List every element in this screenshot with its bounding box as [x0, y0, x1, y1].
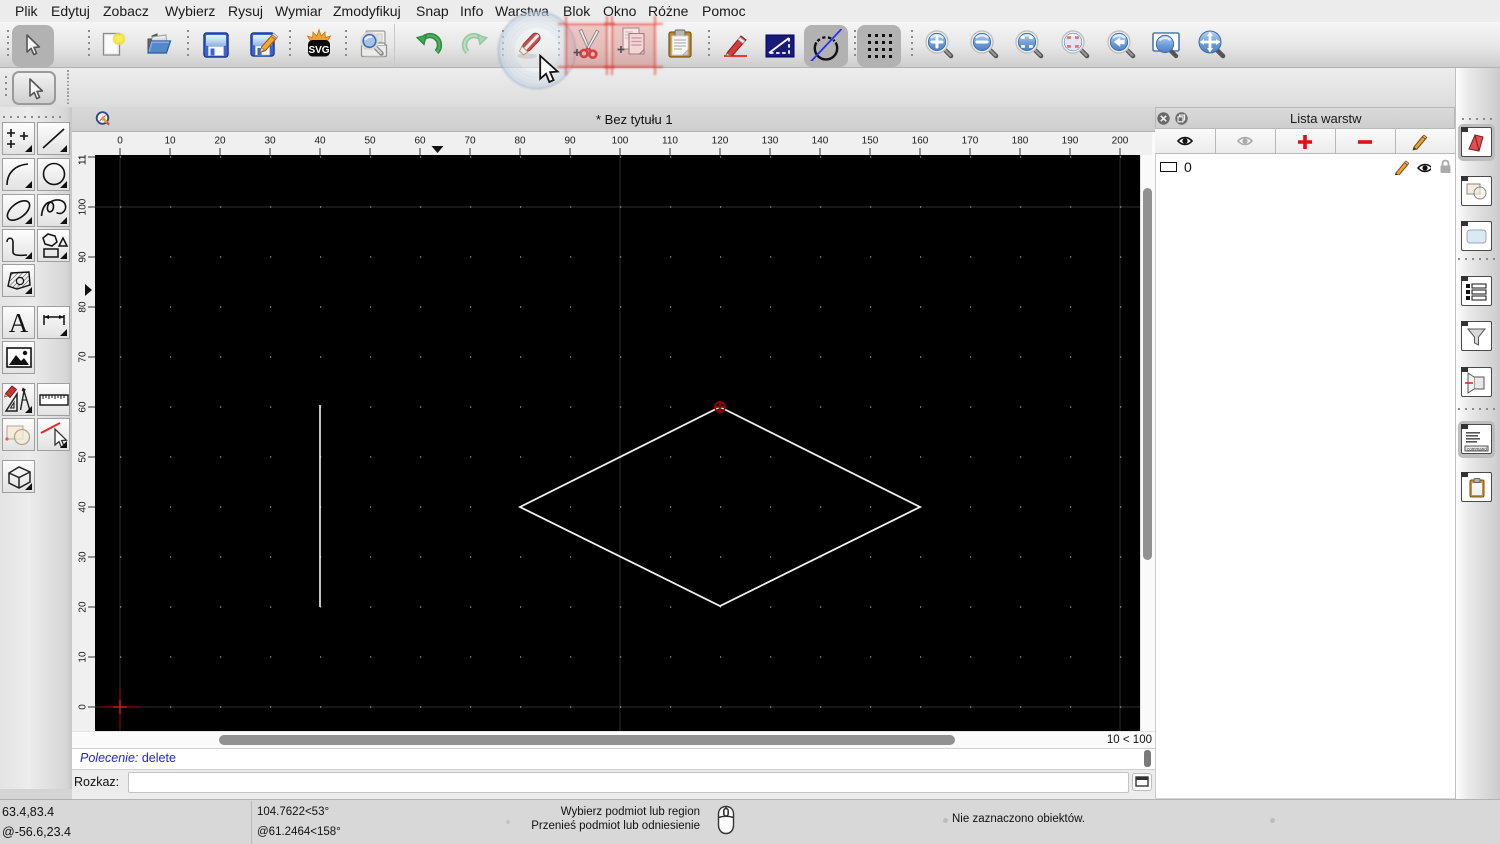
svg-text:30: 30 — [78, 551, 89, 563]
svg-text:10: 10 — [164, 135, 176, 146]
svg-text:170: 170 — [962, 135, 979, 146]
svg-text:50: 50 — [78, 451, 89, 463]
svg-text:90: 90 — [78, 251, 89, 263]
svg-text:150: 150 — [862, 135, 879, 146]
svg-text:0: 0 — [78, 704, 89, 710]
svg-text:60: 60 — [78, 401, 89, 413]
svg-text:200: 200 — [1112, 135, 1129, 146]
svg-text:SVG: SVG — [308, 45, 329, 56]
svg-text:40: 40 — [78, 501, 89, 513]
svg-text:0: 0 — [117, 135, 123, 146]
svg-text:160: 160 — [912, 135, 929, 146]
svg-text:90: 90 — [564, 135, 576, 146]
svg-text:100: 100 — [78, 198, 89, 215]
svg-text:70: 70 — [464, 135, 476, 146]
svg-text:80: 80 — [514, 135, 526, 146]
svg-text:180: 180 — [1012, 135, 1029, 146]
svg-text:140: 140 — [812, 135, 829, 146]
svg-text:100: 100 — [612, 135, 629, 146]
svg-text:60: 60 — [414, 135, 426, 146]
svg-text:A: A — [9, 308, 29, 338]
svg-text:130: 130 — [762, 135, 779, 146]
svg-text:40: 40 — [314, 135, 326, 146]
svg-text:30: 30 — [264, 135, 276, 146]
svg-text:20: 20 — [214, 135, 226, 146]
svg-text:20: 20 — [78, 601, 89, 613]
svg-text:70: 70 — [78, 351, 89, 363]
svg-text:110: 110 — [662, 135, 678, 146]
svg-text:190: 190 — [1062, 135, 1079, 146]
svg-text:80: 80 — [78, 301, 89, 313]
svg-text:120: 120 — [712, 135, 729, 146]
svg-text:10: 10 — [78, 651, 89, 663]
svg-text:110: 110 — [78, 155, 89, 165]
svg-text:command: command — [1467, 446, 1487, 451]
svg-text:50: 50 — [364, 135, 376, 146]
